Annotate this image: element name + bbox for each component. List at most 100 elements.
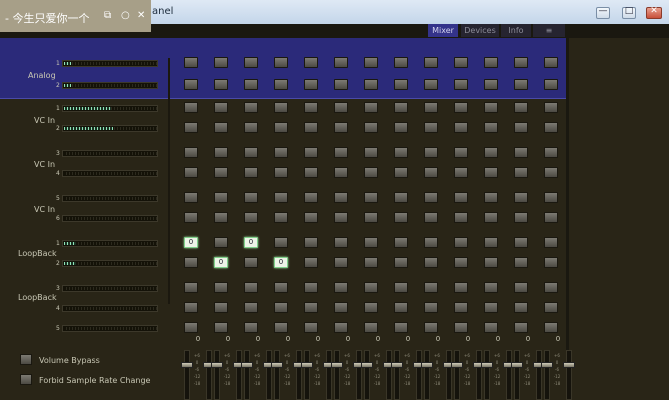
fader-knob[interactable] xyxy=(331,362,343,368)
mix-cell[interactable] xyxy=(214,237,228,248)
mix-cell[interactable]: 0 xyxy=(184,237,198,248)
mix-cell[interactable] xyxy=(484,147,498,158)
mix-cell[interactable] xyxy=(334,212,348,223)
fader-knob[interactable] xyxy=(511,362,523,368)
mix-cell[interactable] xyxy=(514,57,528,68)
fader-knob[interactable] xyxy=(301,362,313,368)
mix-cell[interactable] xyxy=(274,212,288,223)
fader-knob[interactable] xyxy=(541,362,553,368)
mix-cell[interactable] xyxy=(244,147,258,158)
mix-cell[interactable] xyxy=(214,192,228,203)
volume-bypass-checkbox[interactable] xyxy=(20,354,32,365)
volume-fader[interactable] xyxy=(536,350,542,400)
mix-cell[interactable] xyxy=(214,167,228,178)
mix-cell[interactable] xyxy=(184,322,198,333)
mix-cell[interactable] xyxy=(454,257,468,268)
mix-cell[interactable] xyxy=(424,147,438,158)
mix-cell[interactable] xyxy=(184,282,198,293)
volume-fader[interactable] xyxy=(296,350,302,400)
mix-cell[interactable] xyxy=(454,102,468,113)
close-button[interactable]: ✕ xyxy=(646,6,662,19)
mix-cell[interactable] xyxy=(394,282,408,293)
mix-cell[interactable] xyxy=(244,102,258,113)
scroll-track[interactable] xyxy=(566,38,569,400)
tab-1[interactable]: Devices xyxy=(461,24,499,37)
mix-cell[interactable] xyxy=(514,282,528,293)
mix-cell[interactable] xyxy=(364,122,378,133)
volume-fader[interactable] xyxy=(386,350,392,400)
mix-cell[interactable] xyxy=(304,192,318,203)
mix-cell[interactable] xyxy=(334,57,348,68)
mix-cell[interactable] xyxy=(454,122,468,133)
mix-cell[interactable] xyxy=(304,122,318,133)
mix-cell[interactable] xyxy=(514,212,528,223)
mix-cell[interactable] xyxy=(184,79,198,90)
fader-knob[interactable] xyxy=(181,362,193,368)
mix-cell[interactable] xyxy=(184,122,198,133)
mix-cell[interactable] xyxy=(184,192,198,203)
mix-cell[interactable] xyxy=(394,122,408,133)
volume-fader[interactable] xyxy=(566,350,572,400)
mix-cell[interactable] xyxy=(184,57,198,68)
mix-cell[interactable] xyxy=(274,79,288,90)
mix-cell[interactable] xyxy=(244,167,258,178)
mix-cell[interactable] xyxy=(514,79,528,90)
mix-cell[interactable] xyxy=(424,212,438,223)
mix-cell[interactable] xyxy=(484,302,498,313)
volume-fader[interactable] xyxy=(356,350,362,400)
mix-cell[interactable] xyxy=(544,122,558,133)
mix-cell[interactable] xyxy=(544,237,558,248)
mix-cell[interactable] xyxy=(454,192,468,203)
mix-cell[interactable]: 0 xyxy=(274,257,288,268)
mix-cell[interactable] xyxy=(244,79,258,90)
mix-cell[interactable] xyxy=(514,147,528,158)
minimize-button[interactable]: — xyxy=(596,6,610,19)
mix-cell[interactable] xyxy=(274,302,288,313)
mix-cell[interactable] xyxy=(514,167,528,178)
mix-cell[interactable] xyxy=(364,257,378,268)
mix-cell[interactable] xyxy=(424,102,438,113)
mix-cell[interactable] xyxy=(424,237,438,248)
mix-cell[interactable] xyxy=(334,167,348,178)
mix-cell[interactable] xyxy=(304,57,318,68)
mix-cell[interactable] xyxy=(184,302,198,313)
mix-cell[interactable] xyxy=(214,57,228,68)
mix-cell[interactable] xyxy=(484,237,498,248)
mix-cell[interactable] xyxy=(334,122,348,133)
close-icon[interactable]: ✕ xyxy=(137,10,145,21)
mix-cell[interactable] xyxy=(334,302,348,313)
mix-cell[interactable] xyxy=(274,167,288,178)
mix-cell[interactable] xyxy=(244,302,258,313)
tab-0[interactable]: Mixer xyxy=(428,24,458,37)
mix-cell[interactable] xyxy=(244,122,258,133)
mix-cell[interactable] xyxy=(274,122,288,133)
mix-cell[interactable] xyxy=(454,322,468,333)
volume-fader[interactable] xyxy=(326,350,332,400)
mix-cell[interactable] xyxy=(544,57,558,68)
volume-fader[interactable] xyxy=(476,350,482,400)
maximize-button[interactable]: □ xyxy=(622,6,636,19)
mix-cell[interactable] xyxy=(394,79,408,90)
mix-cell[interactable] xyxy=(454,302,468,313)
mix-cell[interactable] xyxy=(544,167,558,178)
mix-cell[interactable] xyxy=(304,257,318,268)
mix-cell[interactable] xyxy=(214,282,228,293)
mix-cell[interactable] xyxy=(454,57,468,68)
mix-cell[interactable] xyxy=(394,167,408,178)
fader-knob[interactable] xyxy=(451,362,463,368)
mix-cell[interactable] xyxy=(364,79,378,90)
volume-fader[interactable] xyxy=(274,350,280,400)
volume-fader[interactable] xyxy=(506,350,512,400)
fader-knob[interactable] xyxy=(481,362,493,368)
mix-cell[interactable] xyxy=(304,102,318,113)
mix-cell[interactable] xyxy=(424,167,438,178)
mix-cell[interactable] xyxy=(514,322,528,333)
mix-cell[interactable] xyxy=(544,79,558,90)
mix-cell[interactable] xyxy=(514,302,528,313)
mix-cell[interactable] xyxy=(514,237,528,248)
volume-fader[interactable] xyxy=(244,350,250,400)
mix-cell[interactable] xyxy=(214,122,228,133)
mix-cell[interactable] xyxy=(364,167,378,178)
mix-cell[interactable] xyxy=(424,79,438,90)
mix-cell[interactable] xyxy=(424,57,438,68)
